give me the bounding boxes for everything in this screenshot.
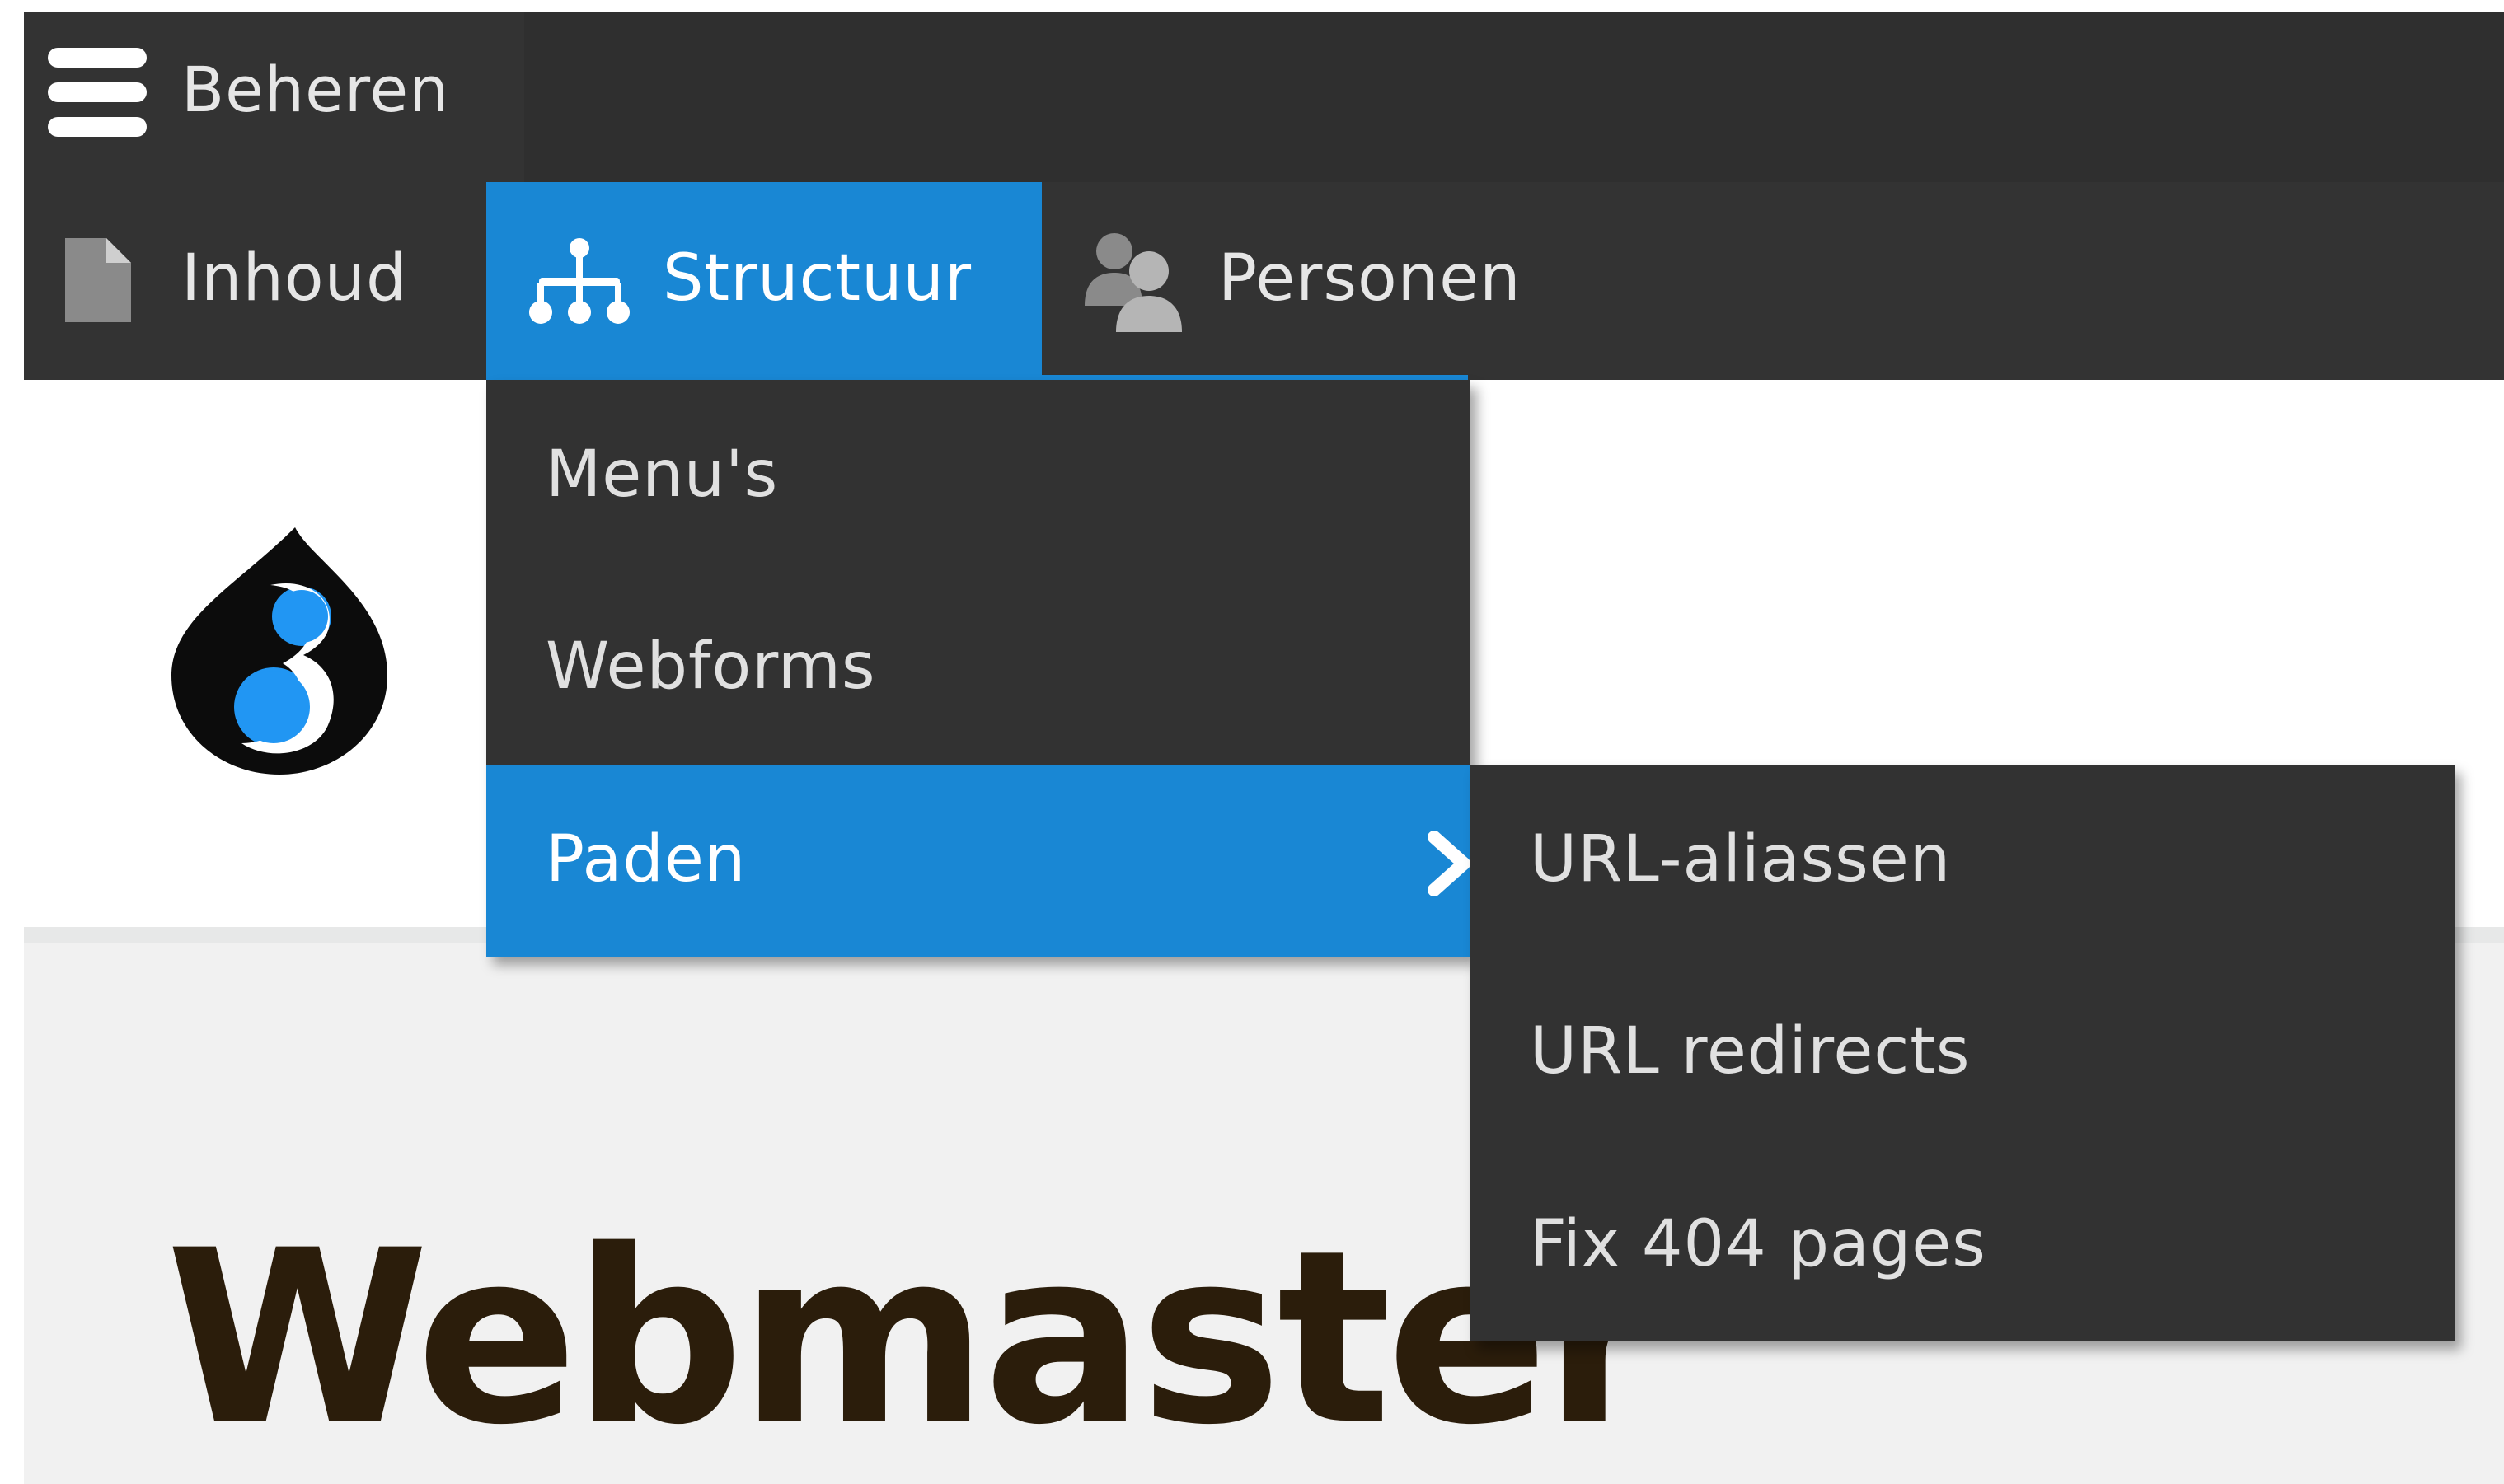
menu-item-label: Menu's (546, 438, 779, 512)
submenu-item-url-aliases[interactable]: URL-aliassen (1470, 765, 2455, 957)
tab-structure[interactable]: Structuur (486, 182, 1042, 380)
file-icon (65, 238, 131, 322)
tab-people[interactable]: Personen (1042, 182, 1536, 380)
drupal-logo (171, 527, 387, 775)
tab-label: Inhoud (181, 241, 408, 316)
submenu-item-fix-404[interactable]: Fix 404 pages (1470, 1149, 2455, 1341)
site-title: Webmaster (166, 1200, 1662, 1477)
menu-item-menus[interactable]: Menu's (486, 380, 1470, 572)
tab-label: Structuur (663, 241, 973, 316)
manage-button[interactable]: Beheren (24, 12, 524, 182)
sitemap-icon (529, 238, 630, 324)
page: Beheren Inhoud Structuur Personen Webmas… (0, 0, 2504, 1484)
tab-content[interactable]: Inhoud (24, 182, 486, 380)
manage-label: Beheren (181, 53, 450, 126)
tab-label: Personen (1218, 241, 1522, 316)
submenu-item-label: URL-aliassen (1530, 822, 1952, 896)
paths-submenu: URL-aliassen URL redirects Fix 404 pages (1470, 765, 2455, 1341)
submenu-item-url-redirects[interactable]: URL redirects (1470, 957, 2455, 1149)
menu-item-webforms[interactable]: Webforms (486, 572, 1470, 764)
menu-item-label: Paden (546, 822, 747, 896)
hamburger-icon (48, 43, 147, 140)
chevron-right-icon (1428, 831, 1470, 896)
people-icon (1085, 233, 1182, 332)
menu-item-paths[interactable]: Paden (486, 765, 1470, 957)
menu-item-label: Webforms (546, 630, 876, 704)
structure-dropdown: Menu's Webforms Paden (486, 380, 1470, 957)
submenu-item-label: Fix 404 pages (1530, 1207, 1986, 1281)
submenu-item-label: URL redirects (1530, 1014, 1971, 1088)
